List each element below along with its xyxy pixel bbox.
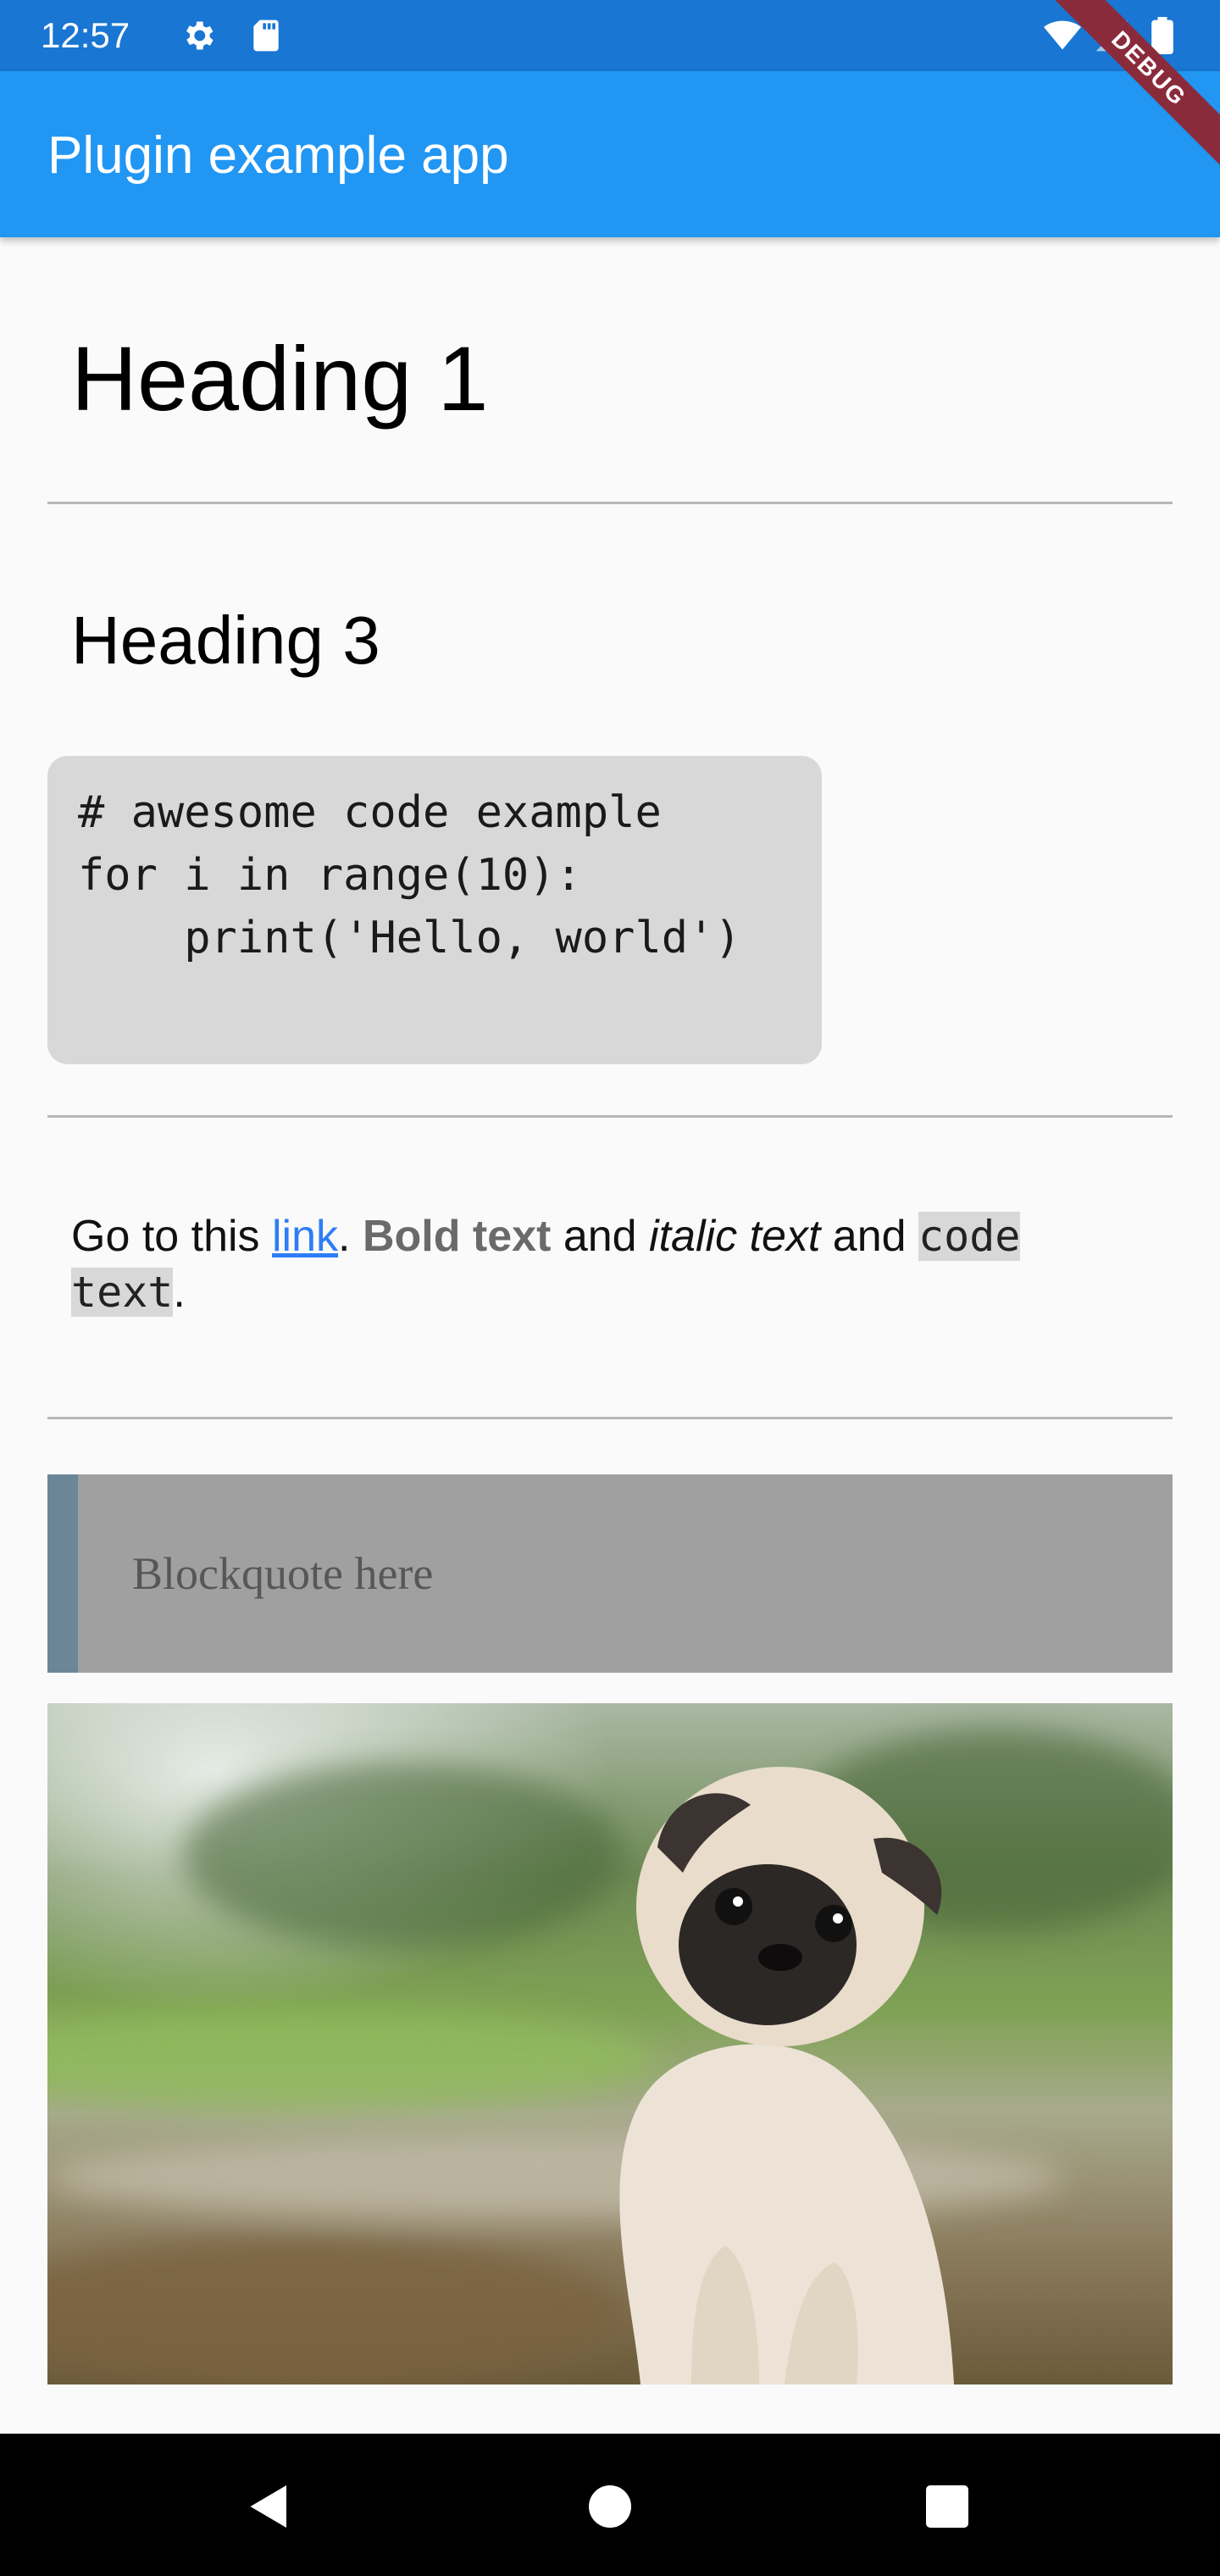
sd-card-icon — [253, 19, 279, 52]
heading-1: Heading 1 — [71, 327, 489, 430]
blockquote-text: Blockquote here — [132, 1548, 434, 1599]
recents-icon[interactable] — [922, 2481, 973, 2532]
status-time: 12:57 — [41, 15, 130, 55]
settings-icon — [186, 21, 214, 50]
blockquote: Blockquote here — [47, 1474, 1173, 1673]
pug-image — [47, 1703, 1173, 2384]
horizontal-rule — [47, 1417, 1173, 1419]
paragraph-text: . — [338, 1212, 363, 1261]
debug-banner: DEBUG — [1051, 0, 1220, 169]
heading-3: Heading 3 — [71, 602, 380, 678]
horizontal-rule — [47, 502, 1173, 504]
horizontal-rule — [47, 1115, 1173, 1118]
code-line: for i in range(10): — [78, 850, 582, 901]
code-line: print('Hello, world') — [78, 913, 741, 963]
bold-text: Bold text — [362, 1212, 552, 1261]
status-bar: 12:57 — [0, 0, 1220, 71]
code-line: # awesome code example — [78, 787, 662, 838]
back-icon[interactable] — [244, 2481, 295, 2532]
paragraph-text: . — [173, 1268, 186, 1317]
paragraph-text: and — [551, 1212, 650, 1261]
paragraph-text: Go to this — [71, 1212, 272, 1261]
app-bar: Plugin example app — [0, 71, 1220, 237]
paragraph: Go to this link. Bold text and italic te… — [71, 1208, 1156, 1320]
debug-banner-label: DEBUG — [1051, 0, 1220, 169]
italic-text: italic text — [649, 1212, 821, 1261]
pug-photo-illustration — [47, 1703, 1173, 2384]
paragraph-text: and — [820, 1212, 918, 1261]
paragraph-link[interactable]: link — [272, 1212, 338, 1261]
app-title: Plugin example app — [47, 126, 509, 185]
code-block: # awesome code example for i in range(10… — [47, 756, 822, 1064]
system-nav-bar — [0, 2434, 1220, 2576]
home-icon[interactable] — [585, 2481, 635, 2532]
